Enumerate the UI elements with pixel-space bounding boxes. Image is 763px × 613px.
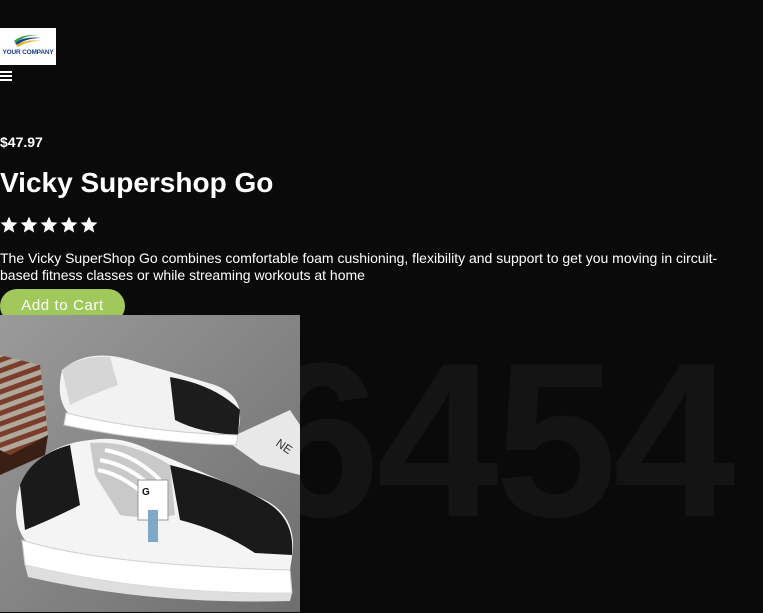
product-price: $47.97 [0, 134, 43, 150]
star-icon [0, 216, 18, 233]
company-logo[interactable]: YOUR COMPANY [0, 28, 56, 65]
background-watermark: 6454 [258, 317, 735, 563]
logo-text: YOUR COMPANY [2, 49, 54, 56]
sneaker-image: NE G [0, 315, 300, 612]
hamburger-menu-icon[interactable] [0, 71, 12, 81]
logo-swoosh-icon [14, 34, 41, 47]
product-title: Vicky Supershop Go [0, 167, 274, 198]
product-description: The Vicky SuperShop Go combines comforta… [0, 250, 718, 283]
svg-text:G: G [142, 487, 150, 498]
star-icon [40, 216, 58, 233]
star-rating [0, 216, 98, 234]
star-icon [60, 216, 78, 233]
star-icon [80, 216, 98, 233]
star-icon [20, 216, 38, 233]
